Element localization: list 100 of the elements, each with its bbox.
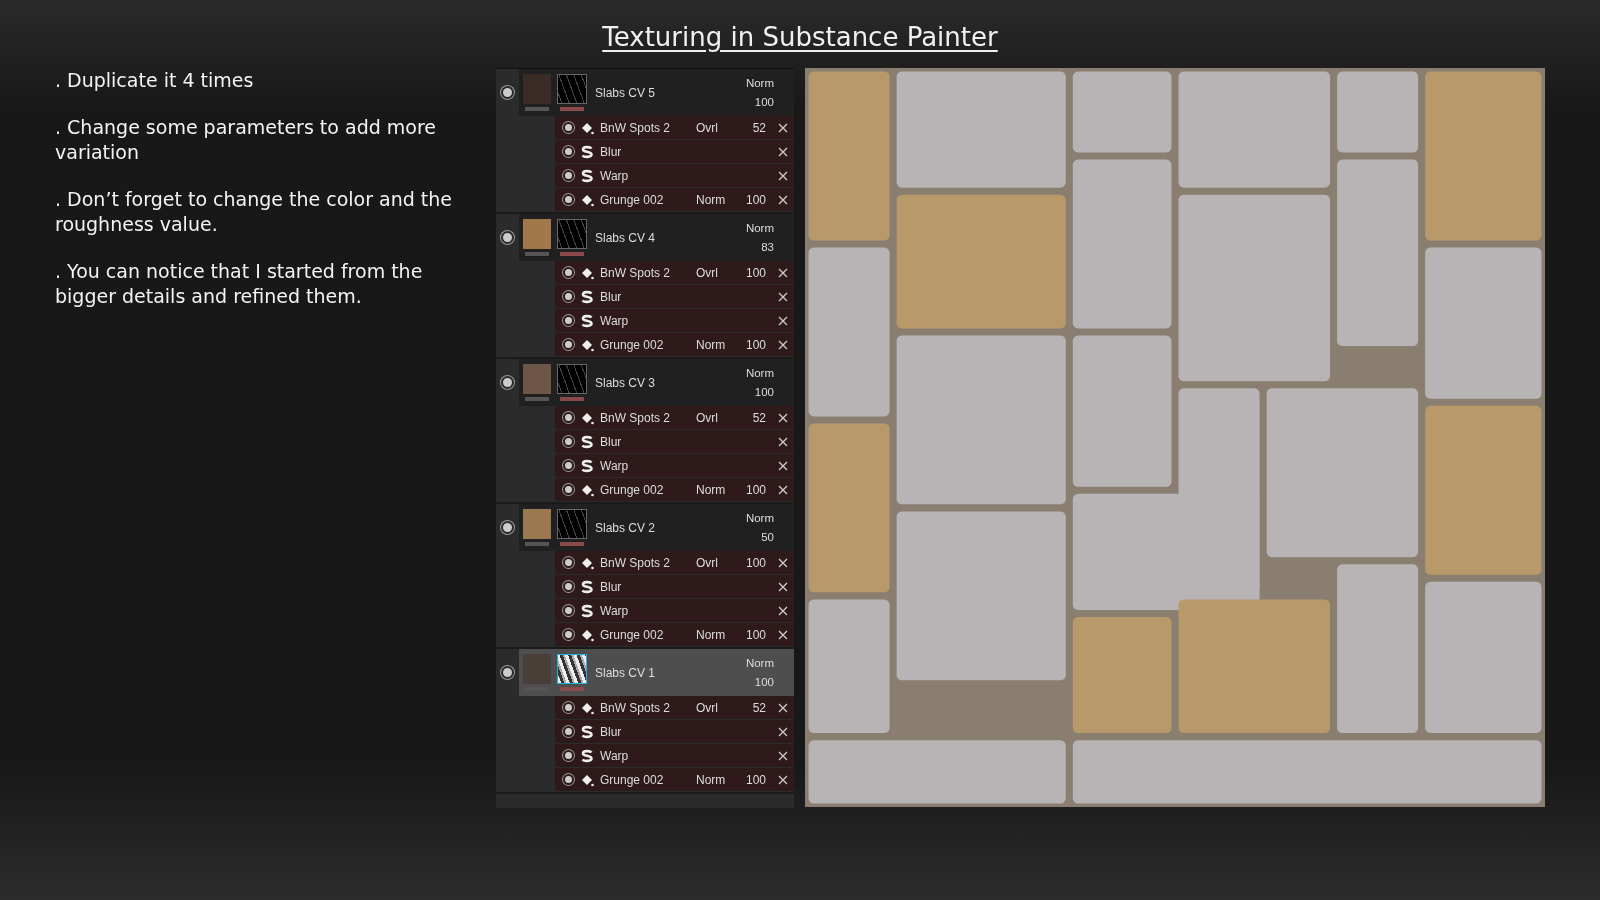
- effect-row[interactable]: BnW Spots 2 Ovrl 52: [555, 406, 794, 429]
- close-icon[interactable]: [778, 170, 788, 181]
- effect-row[interactable]: Warp: [555, 744, 794, 767]
- visibility-icon[interactable]: [563, 750, 574, 761]
- close-icon[interactable]: [778, 726, 788, 737]
- visibility-icon[interactable]: [563, 122, 574, 133]
- effect-row[interactable]: BnW Spots 2 Ovrl 52: [555, 116, 794, 139]
- slide-title: Texturing in Substance Painter: [602, 22, 998, 52]
- filter-s-icon: [580, 168, 594, 183]
- blend-mode: Norm: [745, 512, 774, 524]
- close-icon[interactable]: [778, 484, 788, 495]
- close-icon[interactable]: [778, 315, 788, 326]
- layer-row[interactable]: Slabs CV 1 Norm 100: [519, 649, 794, 696]
- blend-mode: Ovrl: [696, 120, 719, 135]
- close-icon[interactable]: [778, 774, 788, 785]
- effect-name: Warp: [600, 603, 630, 618]
- blend-mode: Ovrl: [696, 265, 719, 280]
- mask-thumbnail[interactable]: [557, 74, 587, 104]
- layer-opacity: 50: [761, 531, 774, 543]
- layer-row[interactable]: Slabs CV 3 Norm 100: [519, 359, 794, 406]
- visibility-icon[interactable]: [563, 315, 574, 326]
- visibility-icon[interactable]: [501, 666, 514, 679]
- visibility-icon[interactable]: [563, 460, 574, 471]
- visibility-icon[interactable]: [563, 412, 574, 423]
- visibility-icon[interactable]: [501, 521, 514, 534]
- effect-row[interactable]: BnW Spots 2 Ovrl 100: [555, 551, 794, 574]
- close-icon[interactable]: [778, 702, 788, 713]
- blend-mode: Ovrl: [696, 700, 719, 715]
- visibility-icon[interactable]: [563, 581, 574, 592]
- effect-row[interactable]: Blur: [555, 720, 794, 743]
- filter-s-icon: [580, 603, 594, 618]
- mask-thumbnail[interactable]: [557, 654, 587, 684]
- effect-opacity: 100: [744, 265, 766, 280]
- effect-name: Warp: [600, 168, 630, 183]
- effect-row[interactable]: Grunge 002 Norm 100: [555, 623, 794, 646]
- close-icon[interactable]: [778, 267, 788, 278]
- visibility-icon[interactable]: [563, 194, 574, 205]
- close-icon[interactable]: [778, 412, 788, 423]
- effect-name: BnW Spots 2: [600, 555, 672, 570]
- effect-row[interactable]: Blur: [555, 430, 794, 453]
- visibility-icon[interactable]: [563, 267, 574, 278]
- close-icon[interactable]: [778, 460, 788, 471]
- effect-name: Grunge 002: [600, 627, 665, 642]
- effect-opacity: 52: [751, 410, 766, 425]
- mask-thumbnail[interactable]: [557, 364, 587, 394]
- effect-row[interactable]: Grunge 002 Norm 100: [555, 768, 794, 791]
- effect-row[interactable]: Warp: [555, 164, 794, 187]
- visibility-icon[interactable]: [563, 146, 574, 157]
- effect-row[interactable]: Grunge 002 Norm 100: [555, 333, 794, 356]
- close-icon[interactable]: [778, 750, 788, 761]
- close-icon[interactable]: [778, 146, 788, 157]
- effect-row[interactable]: Blur: [555, 575, 794, 598]
- effect-row[interactable]: Grunge 002 Norm 100: [555, 478, 794, 501]
- visibility-icon[interactable]: [501, 376, 514, 389]
- visibility-icon[interactable]: [563, 629, 574, 640]
- effect-row[interactable]: Grunge 002 Norm 100: [555, 188, 794, 211]
- close-icon[interactable]: [778, 339, 788, 350]
- effect-opacity: 100: [744, 192, 766, 207]
- effect-row[interactable]: BnW Spots 2 Ovrl 52: [555, 696, 794, 719]
- close-icon[interactable]: [778, 605, 788, 616]
- effect-name: Grunge 002: [600, 482, 665, 497]
- mask-thumbnail[interactable]: [557, 509, 587, 539]
- visibility-icon[interactable]: [563, 339, 574, 350]
- effect-name: BnW Spots 2: [600, 700, 672, 715]
- blend-mode: Norm: [696, 337, 727, 352]
- effect-row[interactable]: BnW Spots 2 Ovrl 100: [555, 261, 794, 284]
- filter-s-icon: [580, 144, 594, 159]
- visibility-icon[interactable]: [563, 291, 574, 302]
- effect-row[interactable]: Warp: [555, 599, 794, 622]
- close-icon[interactable]: [778, 291, 788, 302]
- effect-row[interactable]: Blur: [555, 285, 794, 308]
- close-icon[interactable]: [778, 629, 788, 640]
- effect-row[interactable]: Warp: [555, 309, 794, 332]
- visibility-icon[interactable]: [563, 774, 574, 785]
- visibility-icon[interactable]: [563, 484, 574, 495]
- effect-name: Blur: [600, 579, 623, 594]
- visibility-icon[interactable]: [563, 557, 574, 568]
- visibility-icon[interactable]: [501, 231, 514, 244]
- effect-row[interactable]: Warp: [555, 454, 794, 477]
- effect-name: Grunge 002: [600, 192, 665, 207]
- mask-thumbnail[interactable]: [557, 219, 587, 249]
- visibility-icon[interactable]: [563, 436, 574, 447]
- visibility-icon[interactable]: [563, 726, 574, 737]
- close-icon[interactable]: [778, 436, 788, 447]
- visibility-icon[interactable]: [563, 605, 574, 616]
- visibility-icon[interactable]: [563, 170, 574, 181]
- visibility-icon[interactable]: [563, 702, 574, 713]
- effect-opacity: 100: [744, 555, 766, 570]
- layer-row[interactable]: Slabs CV 4 Norm 83: [519, 214, 794, 261]
- close-icon[interactable]: [778, 581, 788, 592]
- effect-row[interactable]: Blur: [555, 140, 794, 163]
- layer-row[interactable]: Slabs CV 5 Norm 100: [519, 69, 794, 116]
- close-icon[interactable]: [778, 194, 788, 205]
- close-icon[interactable]: [778, 122, 788, 133]
- effect-opacity: 100: [744, 482, 766, 497]
- close-icon[interactable]: [778, 557, 788, 568]
- effect-name: BnW Spots 2: [600, 265, 672, 280]
- visibility-icon[interactable]: [501, 86, 514, 99]
- effect-opacity: 52: [751, 700, 766, 715]
- layer-row[interactable]: Slabs CV 2 Norm 50: [519, 504, 794, 551]
